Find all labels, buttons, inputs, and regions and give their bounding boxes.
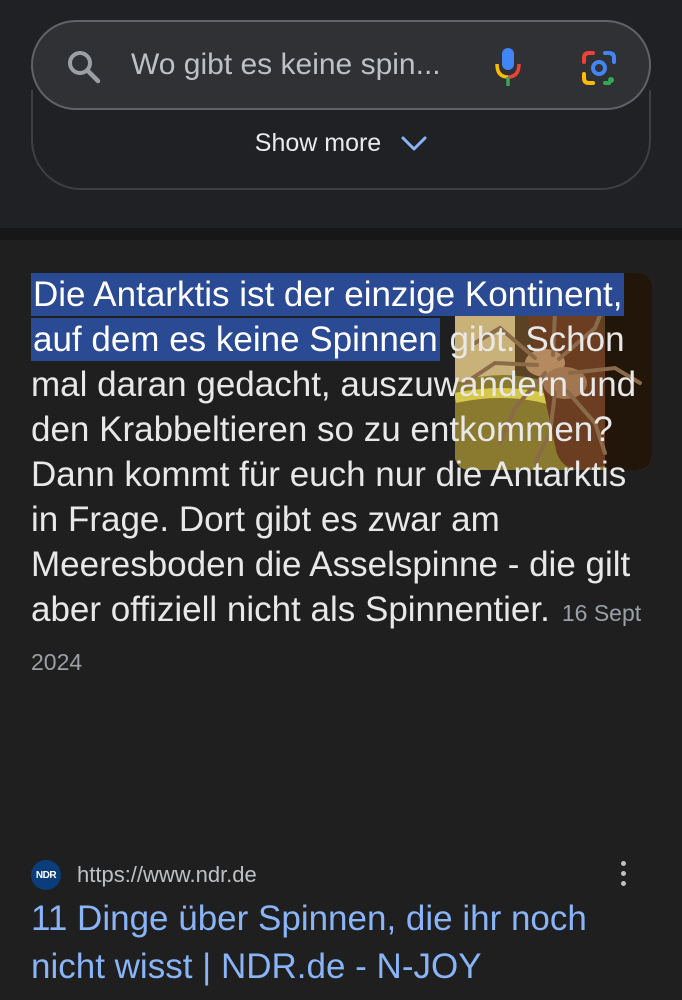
featured-snippet: Die Antarktis ist der einzige Kontinent,…: [0, 240, 682, 1000]
source-url[interactable]: https://www.ndr.de: [77, 862, 257, 888]
show-more-button[interactable]: Show more: [255, 129, 427, 158]
google-lens-icon[interactable]: [581, 50, 617, 91]
search-header: Show more Wo gibt es keine spin...: [0, 0, 682, 228]
mic-icon[interactable]: [493, 46, 523, 93]
section-divider: [0, 228, 682, 240]
show-more-label: Show more: [254, 129, 382, 157]
ndr-favicon: NDR: [31, 860, 61, 890]
snippet-text: Die Antarktis ist der einzige Kontinent,…: [31, 272, 646, 685]
chevron-down-icon: [401, 136, 427, 152]
result-source[interactable]: NDR https://www.ndr.de: [31, 855, 661, 895]
result-title-link[interactable]: 11 Dinge über Spinnen, die ihr noch nich…: [31, 895, 651, 991]
search-input[interactable]: Wo gibt es keine spin...: [131, 48, 441, 82]
more-vert-icon[interactable]: [617, 861, 629, 891]
search-icon[interactable]: [67, 50, 101, 89]
snippet-body: gibt. Schon mal daran gedacht, auszuwand…: [31, 320, 637, 629]
search-bar[interactable]: Wo gibt es keine spin...: [31, 20, 651, 110]
